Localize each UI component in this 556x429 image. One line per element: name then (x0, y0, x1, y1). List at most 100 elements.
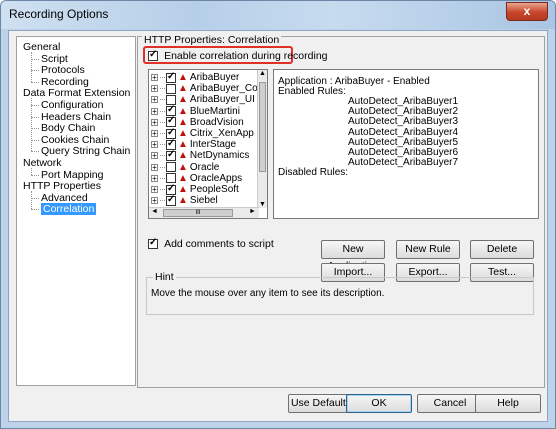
tree-item-advanced[interactable]: Advanced (41, 192, 88, 204)
expand-icon[interactable]: + (151, 85, 158, 93)
app-checkbox[interactable] (166, 149, 176, 161)
tree-item-configuration[interactable]: Configuration (41, 99, 103, 111)
app-checkbox[interactable] (166, 173, 176, 184)
app-checkbox[interactable] (166, 115, 176, 128)
app-list-hscroll[interactable]: ◄ III ► (149, 207, 259, 218)
tree-item-protocols[interactable]: Protocols (41, 64, 85, 76)
add-comments-checkbox[interactable]: Add comments to script (148, 237, 274, 250)
tree-item-label: Configuration (41, 99, 104, 111)
app-row-siebel[interactable]: + ▲Siebel (151, 194, 218, 207)
app-list-vscroll-thumb[interactable] (259, 82, 266, 172)
app-checkbox[interactable] (166, 194, 176, 206)
tree-item-cookies-chain[interactable]: Cookies Chain (41, 134, 109, 146)
cancel-button[interactable]: Cancel (417, 394, 483, 413)
enable-correlation-label: Enable correlation during recording (164, 50, 328, 62)
tree-item-http-properties[interactable]: HTTP Properties (23, 180, 101, 192)
app-row-oracle[interactable]: + ▲ Oracle (151, 162, 219, 174)
scroll-up-icon[interactable]: ▲ (259, 70, 266, 77)
app-row-netdynamics[interactable]: + ▲NetDynamics (151, 149, 249, 162)
tree-item-label: Headers Chain (41, 110, 112, 123)
options-tree[interactable]: General Script Protocols Recording Data Form… (16, 36, 136, 386)
new-rule-button[interactable]: New Rule (396, 240, 460, 259)
tree-item-body-chain[interactable]: Body Chain (41, 122, 95, 134)
title-bar[interactable]: Recording Options x (1, 1, 555, 29)
app-checkbox[interactable] (166, 127, 176, 139)
app-row-aribabuyer-ui[interactable]: + ▲ AribaBuyer_UI (151, 94, 255, 106)
enabled-rule: AutoDetect_AribaBuyer7 (348, 157, 459, 169)
tree-connector (31, 70, 39, 72)
scroll-right-icon[interactable]: ► (249, 208, 256, 215)
tree-connector (160, 155, 165, 157)
enable-correlation-checkbox[interactable]: Enable correlation during recording (148, 49, 328, 62)
app-list-vscroll[interactable]: ▲ ▼ (257, 70, 267, 208)
help-button[interactable]: Help (475, 394, 541, 413)
expand-icon[interactable]: + (151, 197, 158, 205)
scroll-down-icon[interactable]: ▼ (259, 201, 266, 208)
app-row-interstage[interactable]: + ▲InterStage (151, 138, 236, 151)
expand-icon[interactable]: + (151, 163, 158, 171)
delete-button[interactable]: Delete (470, 240, 534, 259)
bird-icon: ▲ (178, 116, 188, 128)
app-checkbox[interactable] (166, 104, 176, 117)
expand-icon[interactable]: + (151, 152, 158, 160)
tree-item-recording[interactable]: Recording (41, 76, 89, 88)
app-checkbox[interactable] (166, 162, 176, 173)
tree-item-data-format-extension[interactable]: Data Format Extension (23, 87, 130, 99)
tree-connector (31, 98, 32, 152)
tree-item-network[interactable]: Network (23, 157, 62, 169)
app-row-aribabuyer[interactable]: + ▲AribaBuyer (151, 71, 239, 84)
enable-correlation-check[interactable] (148, 49, 158, 62)
tree-item-label: HTTP Properties (23, 180, 101, 193)
tree-item-script[interactable]: Script (41, 53, 68, 65)
app-checkbox[interactable] (166, 138, 176, 150)
app-row-citrix-xenapp[interactable]: + ▲Citrix_XenApp (151, 127, 254, 140)
tree-item-general[interactable]: General (23, 41, 60, 53)
close-button[interactable]: x (506, 2, 548, 21)
tree-item-label: Body Chain (41, 122, 96, 135)
tree-connector (31, 174, 39, 176)
new-application-button[interactable]: New Application (321, 240, 385, 272)
app-row-bluemartini[interactable]: + ▲BlueMartini (151, 104, 240, 118)
tree-item-port-mapping[interactable]: Port Mapping (41, 169, 103, 181)
tree-item-headers-chain[interactable]: Headers Chain (41, 111, 111, 123)
bird-icon: ▲ (178, 139, 188, 151)
expand-icon[interactable]: + (151, 74, 158, 82)
app-checkbox[interactable] (166, 94, 176, 105)
tree-item-query-string-chain[interactable]: Query String Chain (41, 145, 130, 157)
app-row-peoplesoft[interactable]: + ▲PeopleSoft (151, 183, 239, 196)
app-name: BroadVision (189, 116, 244, 128)
tree-item-label: Query String Chain (41, 145, 131, 158)
expand-icon[interactable]: + (151, 130, 158, 138)
app-checkbox[interactable] (166, 71, 176, 83)
expand-icon[interactable]: + (151, 107, 158, 115)
app-list-hscroll-thumb[interactable]: III (163, 209, 233, 217)
tree-item-label: Correlation (41, 203, 97, 216)
expand-icon[interactable]: + (151, 118, 158, 126)
application-list[interactable]: +▲Siebel+▲PeopleSoft+▲OracleApps+▲Oracle… (148, 69, 268, 219)
add-comments-label: Add comments to script (164, 238, 274, 250)
app-row-broadvision[interactable]: + ▲BroadVision (151, 115, 244, 129)
use-defaults-button[interactable]: Use Defaults (288, 394, 354, 413)
tree-connector (31, 128, 39, 130)
ok-button[interactable]: OK (346, 394, 412, 413)
expand-icon[interactable]: + (151, 141, 158, 149)
tree-item-label: Data Format Extension (23, 87, 131, 100)
app-checkbox[interactable] (166, 83, 176, 94)
bird-icon: ▲ (178, 94, 188, 106)
tree-connector (160, 121, 165, 123)
tree-connector (31, 139, 39, 141)
tree-connector (160, 200, 165, 202)
tree-connector (31, 81, 39, 83)
app-checkbox[interactable] (166, 183, 176, 195)
tree-connector (31, 116, 39, 118)
expand-icon[interactable]: + (151, 96, 158, 104)
expand-icon[interactable]: + (151, 174, 158, 182)
tree-item-correlation[interactable]: Correlation (41, 203, 97, 216)
bird-icon: ▲ (178, 83, 188, 95)
tree-connector (31, 209, 39, 211)
app-row-oracleapps[interactable]: + ▲ OracleApps (151, 173, 242, 185)
add-comments-check[interactable] (148, 237, 158, 250)
expand-icon[interactable]: + (151, 186, 158, 194)
scroll-left-icon[interactable]: ◄ (151, 208, 158, 215)
app-row-aribabuyer-comr[interactable]: + ▲ AribaBuyer_Comr (151, 83, 267, 95)
